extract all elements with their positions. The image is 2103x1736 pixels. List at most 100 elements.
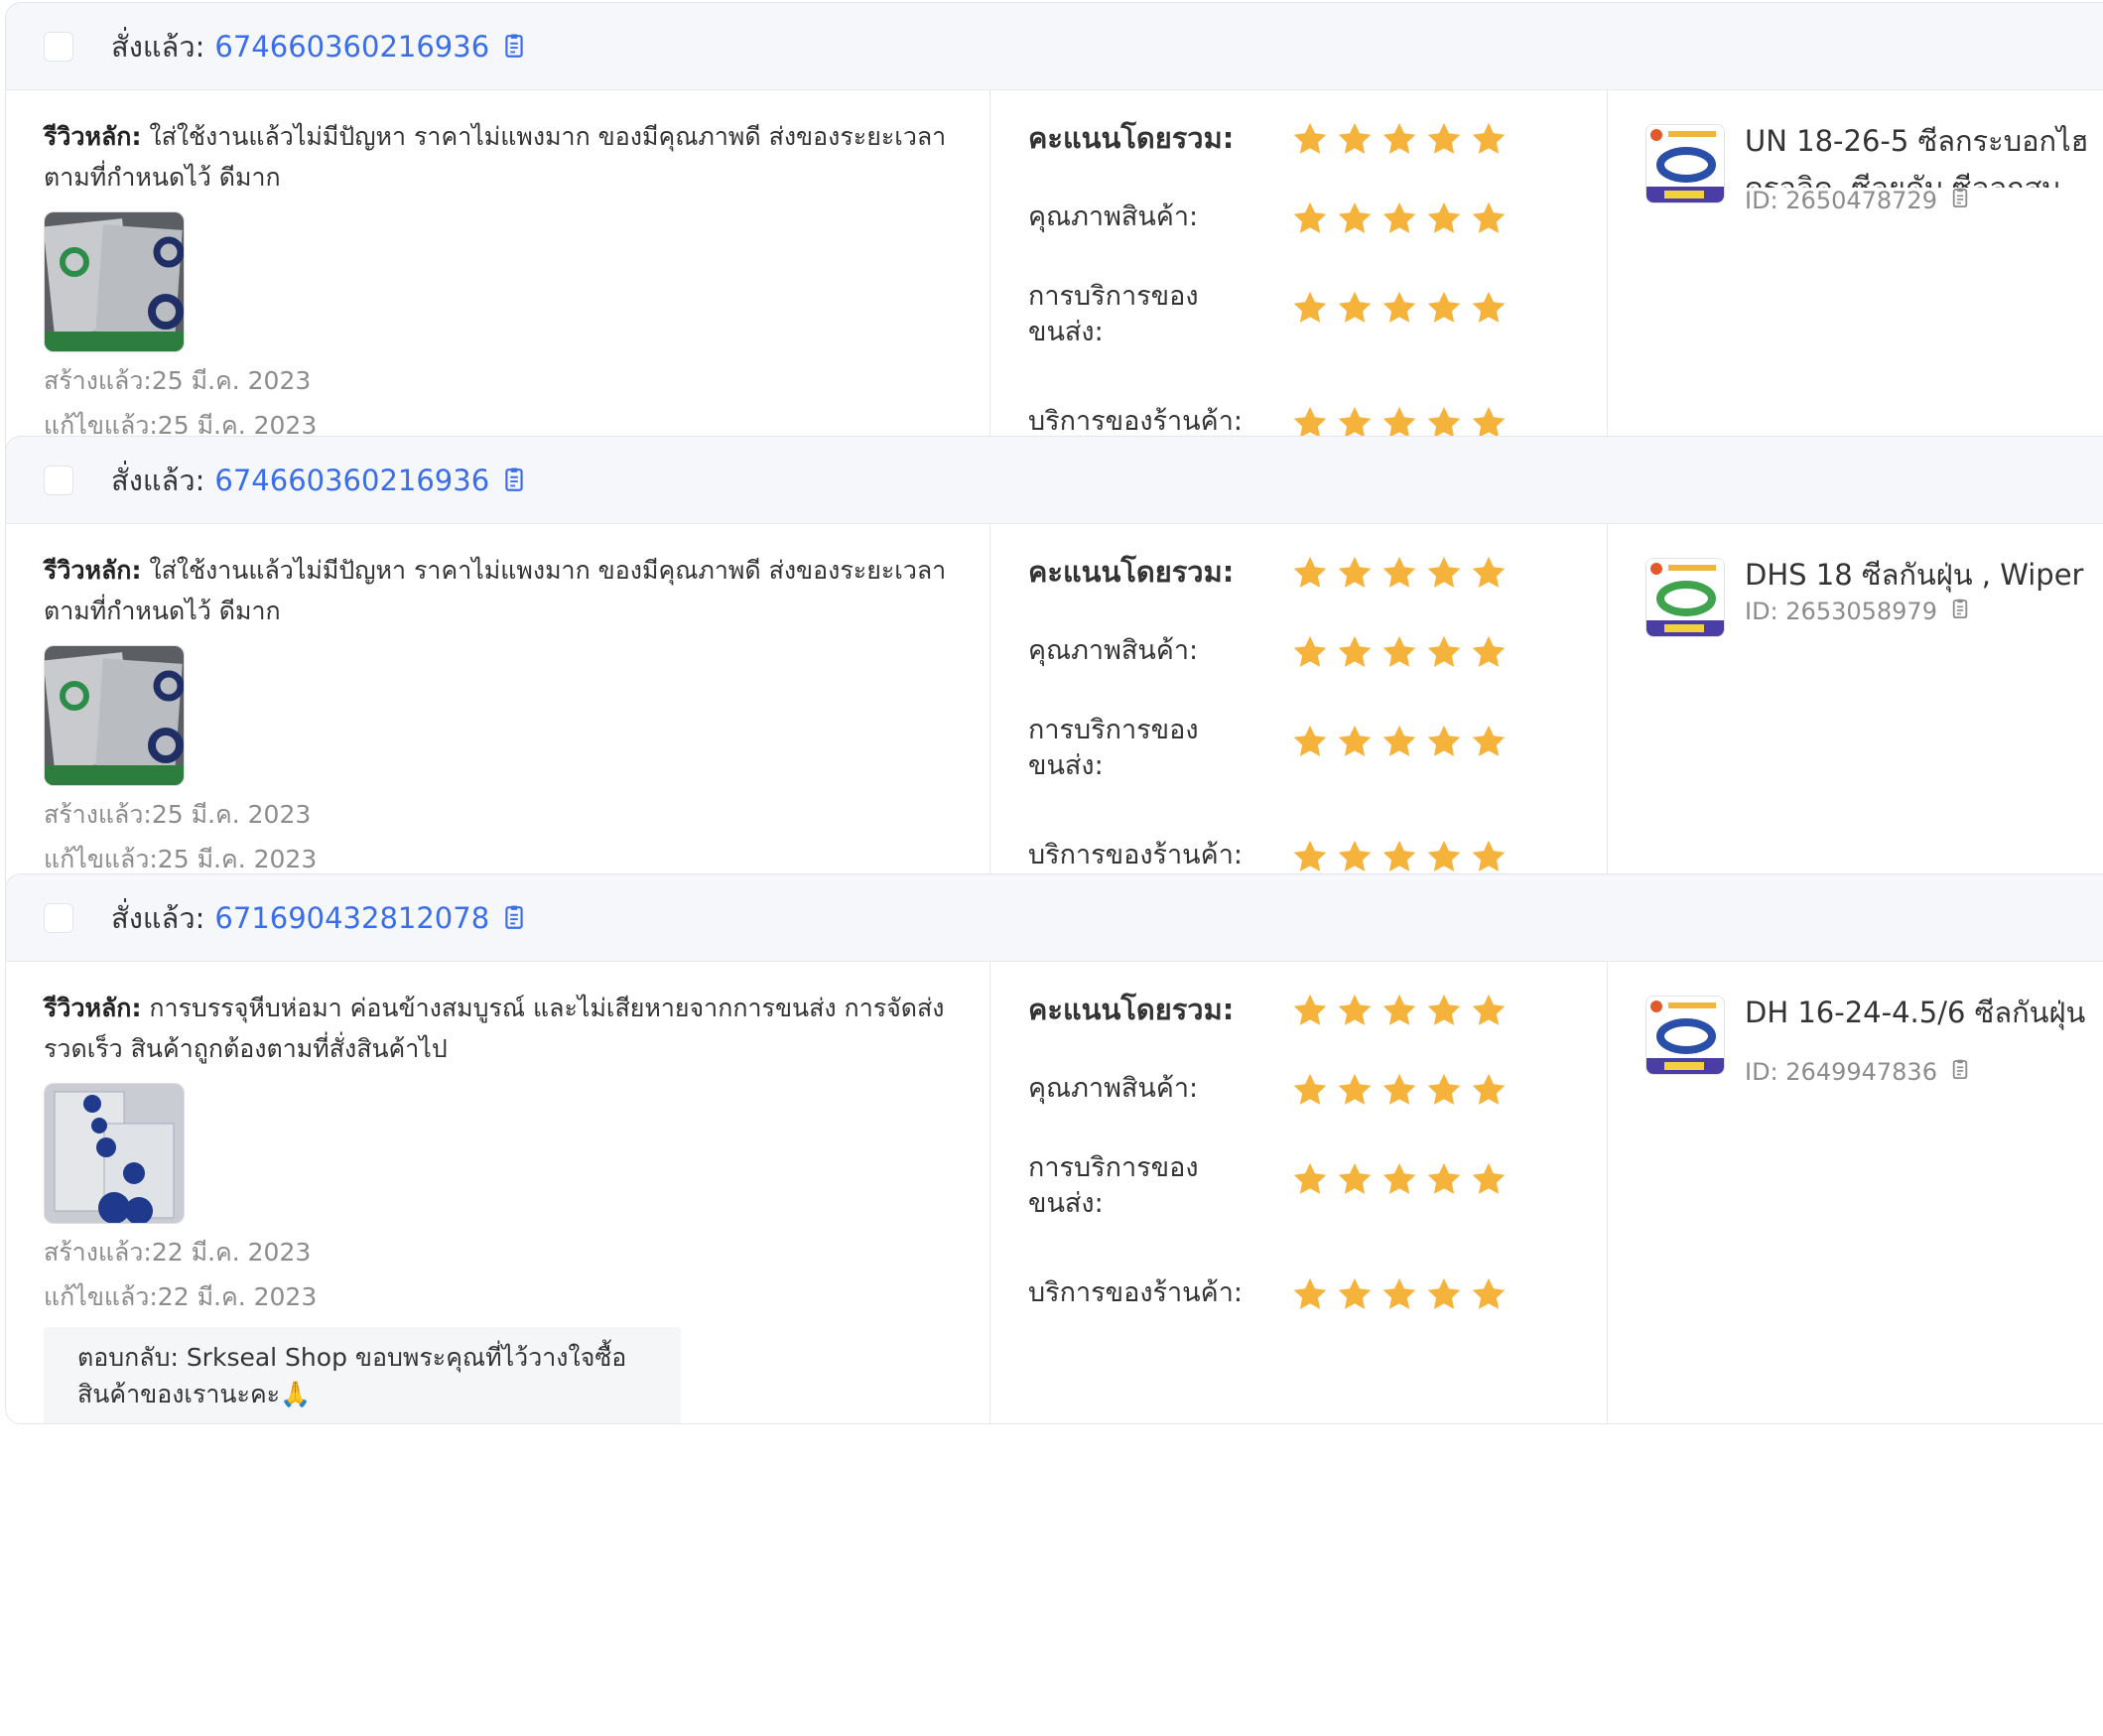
rating-row: บริการของร้านค้า: <box>1028 1275 1607 1317</box>
rating-label: คุณภาพสินค้า: <box>1028 635 1199 666</box>
copy-icon[interactable] <box>1951 1059 1969 1085</box>
star-icon <box>1291 120 1329 162</box>
star-icon <box>1336 1071 1374 1113</box>
star-icon <box>1425 1275 1463 1317</box>
star-icon <box>1470 1160 1508 1202</box>
rating-label: คะแนนโดยรวม: <box>1028 121 1235 155</box>
rating-label: บริการของร้านค้า: <box>1028 840 1243 870</box>
rating-row: คุณภาพสินค้า: <box>1028 633 1607 675</box>
rating-stars <box>1291 1275 1508 1317</box>
rating-label: การบริการของ ขนส่ง: <box>1028 1152 1199 1219</box>
rating-stars <box>1291 723 1508 764</box>
select-checkbox[interactable] <box>44 902 73 933</box>
star-icon <box>1336 633 1374 675</box>
star-icon <box>1336 289 1374 331</box>
product-id: ID: 2650478729 <box>1745 188 2097 213</box>
order-label: สั่งแล้ว: <box>111 29 205 64</box>
rating-row: การบริการของ ขนส่ง: <box>1028 279 1607 350</box>
star-icon <box>1470 723 1508 764</box>
card-header: สั่งแล้ว: 671690432812078 <box>6 874 2103 962</box>
star-icon <box>1380 120 1418 162</box>
product-column: DH 16-24-4.5/6 ซีลกันฝุ่น , Wiper ID: 26… <box>1608 962 2103 1423</box>
star-icon <box>1425 554 1463 596</box>
star-icon <box>1470 200 1508 241</box>
rating-label: การบริการของ ขนส่ง: <box>1028 715 1199 781</box>
order-number-link[interactable]: 674660360216936 <box>214 30 489 64</box>
rating-stars <box>1291 633 1508 675</box>
rating-stars <box>1291 120 1508 162</box>
review-image[interactable] <box>44 211 185 352</box>
star-icon <box>1425 992 1463 1033</box>
created-date: สร้างแล้ว:25 มี.ค. 2023 <box>44 366 312 395</box>
star-icon <box>1336 120 1374 162</box>
product-id-text: ID: 2650478729 <box>1745 187 1937 214</box>
card-body: รีวิวหลัก: การบรรจุหีบห่อมา ค่อนข้างสมบู… <box>6 962 2103 1423</box>
select-checkbox[interactable] <box>44 31 73 62</box>
star-icon <box>1470 120 1508 162</box>
rating-label: คุณภาพสินค้า: <box>1028 201 1199 232</box>
copy-icon[interactable] <box>503 905 525 931</box>
product-id-text: ID: 2653058979 <box>1745 598 1937 625</box>
star-icon <box>1291 289 1329 331</box>
star-icon <box>1425 120 1463 162</box>
rating-label: บริการของร้านค้า: <box>1028 1277 1243 1308</box>
star-icon <box>1380 554 1418 596</box>
created-date: สร้างแล้ว:22 มี.ค. 2023 <box>44 1238 312 1267</box>
copy-icon[interactable] <box>503 34 525 60</box>
review-prefix: รีวิวหลัก: <box>44 122 142 151</box>
select-checkbox[interactable] <box>44 465 73 495</box>
rating-row: คะแนนโดยรวม: <box>1028 120 1607 162</box>
review-prefix: รีวิวหลัก: <box>44 994 142 1022</box>
rating-stars <box>1291 554 1508 596</box>
star-icon <box>1425 723 1463 764</box>
star-icon <box>1380 633 1418 675</box>
shop-reply: ตอบกลับ: Srkseal Shop ขอบพระคุณที่ไว้วาง… <box>44 1327 681 1423</box>
rating-row: การบริการของ ขนส่ง: <box>1028 1150 1607 1222</box>
ratings-column: คะแนนโดยรวม: คุณภาพสินค้า: การบริการของข… <box>990 962 1608 1423</box>
review-prefix: รีวิวหลัก: <box>44 556 142 585</box>
star-icon <box>1291 992 1329 1033</box>
rating-stars <box>1291 289 1508 331</box>
card-header: สั่งแล้ว: 674660360216936 <box>6 3 2103 90</box>
review-image[interactable] <box>44 645 185 786</box>
order-label: สั่งแล้ว: <box>111 900 205 935</box>
created-date: สร้างแล้ว:25 มี.ค. 2023 <box>44 800 312 829</box>
product-thumbnail[interactable] <box>1645 996 1725 1075</box>
rating-label: การบริการของ ขนส่ง: <box>1028 281 1199 347</box>
card-header: สั่งแล้ว: 674660360216936 <box>6 437 2103 524</box>
star-icon <box>1291 1275 1329 1317</box>
edited-date: แก้ไขแล้ว:22 มี.ค. 2023 <box>44 1282 318 1311</box>
review-text: รีวิวหลัก: การบรรจุหีบห่อมา ค่อนข้างสมบู… <box>44 988 982 1069</box>
product-name[interactable]: UN 18-26-5 ซีลกระบอกไฮดรอลิค, ซีลยคับ,ซี… <box>1745 118 2097 188</box>
copy-icon[interactable] <box>1951 188 1969 213</box>
product-thumbnail[interactable] <box>1645 558 1725 637</box>
star-icon <box>1470 289 1508 331</box>
review-column: รีวิวหลัก: การบรรจุหีบห่อมา ค่อนข้างสมบู… <box>6 962 990 1423</box>
rating-row: คะแนนโดยรวม: <box>1028 554 1607 596</box>
rating-label: คะแนนโดยรวม: <box>1028 993 1235 1026</box>
star-icon <box>1470 554 1508 596</box>
review-image[interactable] <box>44 1083 185 1224</box>
star-icon <box>1336 1275 1374 1317</box>
product-name[interactable]: DHS 18 ซีลกันฝุ่น , Wiper <box>1745 552 2097 599</box>
star-icon <box>1291 200 1329 241</box>
product-thumbnail[interactable] <box>1645 124 1725 203</box>
rating-stars <box>1291 992 1508 1033</box>
product-id-text: ID: 2649947836 <box>1745 1058 1937 1086</box>
star-icon <box>1380 723 1418 764</box>
star-icon <box>1291 633 1329 675</box>
order-number-link[interactable]: 671690432812078 <box>214 901 489 935</box>
product-name[interactable]: DH 16-24-4.5/6 ซีลกันฝุ่น , Wiper <box>1745 990 2097 1059</box>
copy-icon[interactable] <box>1951 599 1969 624</box>
order-number-link[interactable]: 674660360216936 <box>214 464 489 497</box>
rating-stars <box>1291 200 1508 241</box>
review-card: สั่งแล้ว: 671690432812078 รีวิวหลัก: การ… <box>5 873 2103 1424</box>
star-icon <box>1336 200 1374 241</box>
star-icon <box>1380 200 1418 241</box>
copy-icon[interactable] <box>503 467 525 493</box>
rating-row: คุณภาพสินค้า: <box>1028 200 1607 241</box>
review-body: การบรรจุหีบห่อมา ค่อนข้างสมบูรณ์ และไม่เ… <box>44 994 945 1063</box>
review-body: ใส่ใช้งานแล้วไม่มีปัญหา ราคาไม่แพงมาก ขอ… <box>44 122 947 192</box>
star-icon <box>1380 1160 1418 1202</box>
star-icon <box>1470 992 1508 1033</box>
